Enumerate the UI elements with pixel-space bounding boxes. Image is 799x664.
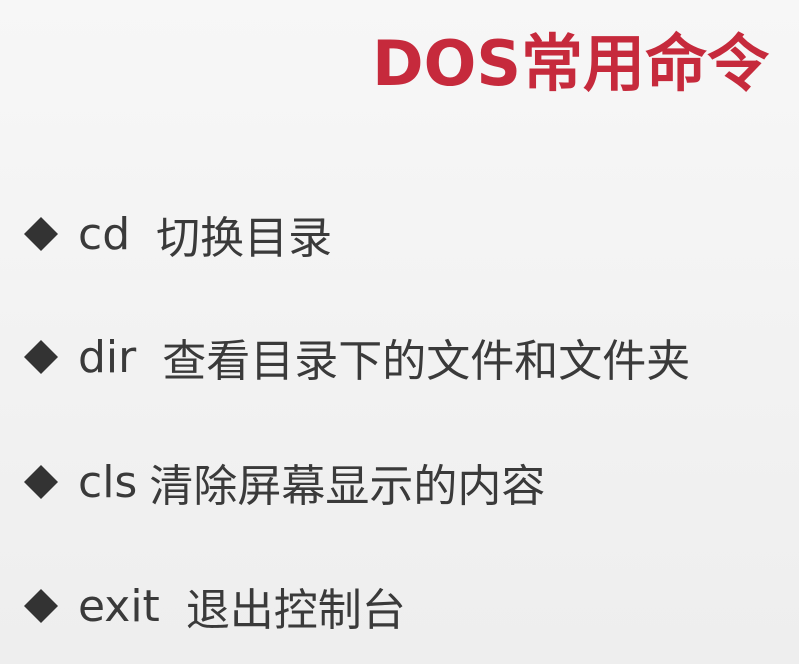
list-item: dir 查看目录下的文件和文件夹 <box>20 327 690 387</box>
command-description: 清除屏幕显示的内容 <box>149 461 546 512</box>
command-description: 退出控制台 <box>185 585 406 636</box>
command-name: cd <box>78 208 131 260</box>
command-name: dir <box>78 331 137 383</box>
command-description: 查看目录下的文件和文件夹 <box>162 336 691 387</box>
list-item: cls 清除屏幕显示的内容 <box>20 452 545 512</box>
diamond-icon <box>20 461 62 503</box>
diamond-icon <box>20 585 62 627</box>
list-item: exit 退出控制台 <box>20 576 406 636</box>
diamond-icon <box>20 213 62 255</box>
command-name: cls <box>78 456 138 508</box>
command-name: exit <box>78 580 160 632</box>
list-item: cd 切换目录 <box>20 204 332 264</box>
command-description: 切换目录 <box>156 213 333 264</box>
slide-title: DOS常用命令 <box>372 27 769 100</box>
diamond-icon <box>20 336 62 378</box>
